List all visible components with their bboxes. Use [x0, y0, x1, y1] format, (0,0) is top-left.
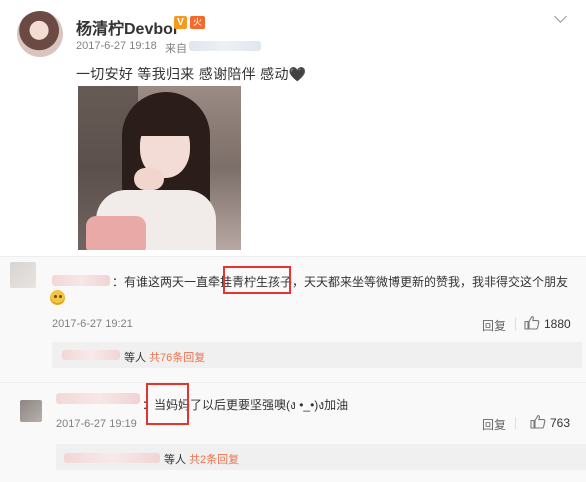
post-from-label: 来自 — [165, 43, 187, 55]
sub-replies-count-link[interactable]: 共76条回复 — [149, 352, 205, 364]
thumbs-up-icon[interactable] — [524, 315, 540, 330]
red-highlight-box — [223, 266, 291, 294]
sub-replies-prefix: 等人 — [124, 352, 146, 364]
post-source-blurred — [189, 41, 261, 51]
reply-button[interactable]: 回复 — [482, 416, 506, 433]
chevron-down-icon[interactable] — [554, 10, 567, 23]
sub-replies-count-link[interactable]: 共2条回复 — [189, 454, 239, 466]
post-timestamp[interactable]: 2017-6-27 19:18 — [76, 40, 157, 52]
divider — [0, 382, 586, 383]
thumbs-up-icon[interactable] — [530, 414, 546, 429]
sub-replies-summary[interactable]: 等人 共2条回复 — [164, 451, 239, 467]
commenter-name-blurred[interactable] — [52, 275, 110, 286]
reply-button[interactable]: 回复 — [482, 317, 506, 334]
sub-replies-prefix: 等人 — [164, 454, 186, 466]
red-highlight-box — [146, 383, 189, 425]
comment-text-before: 有谁这两天一直牵挂 — [124, 275, 233, 289]
verified-badge-icon: V — [174, 16, 187, 29]
post-author-name[interactable]: 杨清柠Devbor — [76, 15, 179, 39]
photo-hand — [134, 168, 164, 190]
comment-text-after: 了以后更要坚强噢(ง •_•)ง加油 — [190, 398, 349, 412]
sub-replies-summary[interactable]: 等人 共76条回复 — [124, 349, 205, 365]
photo-pink-accent — [86, 216, 146, 250]
comment-avatar[interactable] — [10, 262, 36, 288]
post-photo[interactable] — [78, 86, 241, 250]
action-divider — [515, 417, 516, 429]
comment-timestamp: 2017-6-27 19:19 — [56, 418, 137, 430]
comment-text: ：有谁这两天一直牵挂青柠生孩子，天天都来坐等微博更新的赞我，我非得交这个朋友 — [112, 273, 568, 290]
sub-reply-names-blurred — [62, 350, 120, 360]
commenter-name-blurred[interactable] — [56, 393, 140, 404]
comment-text-after: ，天天都来坐等微博更新的赞我，我非得交这个朋友 — [292, 275, 569, 289]
fire-badge-icon: 火 — [190, 16, 205, 29]
post-author-avatar[interactable] — [17, 11, 63, 57]
post-text: 一切安好 等我归来 感谢陪伴 感动🖤 — [76, 66, 307, 82]
divider — [0, 256, 586, 257]
comment-timestamp: 2017-6-27 19:21 — [52, 318, 133, 330]
sad-face-emoji-icon — [50, 290, 65, 305]
action-divider — [515, 318, 516, 330]
comment-separator: ： — [112, 275, 125, 289]
sub-reply-names-blurred — [64, 453, 160, 463]
comment-avatar[interactable] — [20, 400, 42, 422]
like-count: 1880 — [544, 317, 571, 331]
like-count: 763 — [550, 416, 571, 430]
